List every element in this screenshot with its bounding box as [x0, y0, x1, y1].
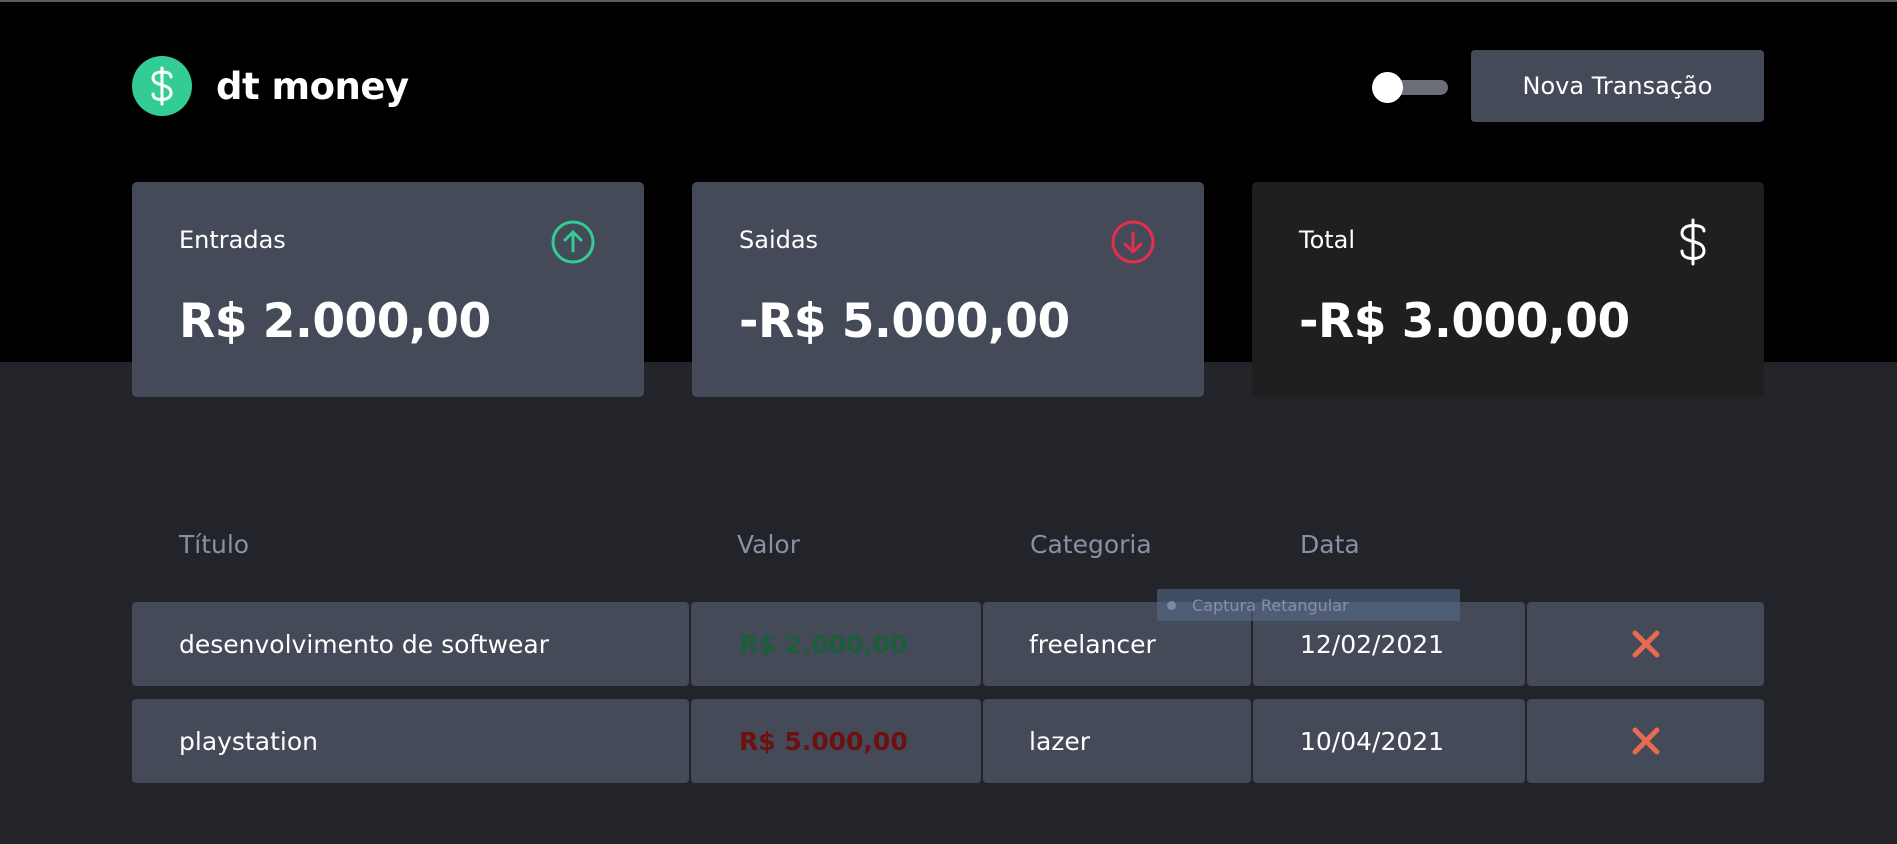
column-header-date: Data — [1300, 530, 1360, 559]
total-card: Total -R$ 3.000,00 — [1252, 182, 1764, 397]
column-header-title: Título — [179, 530, 250, 559]
close-icon — [1632, 630, 1659, 658]
column-header-value: Valor — [737, 530, 801, 559]
capture-label: Captura Retangular — [1192, 595, 1349, 615]
column-header-category: Categoria — [1030, 530, 1152, 559]
delete-button[interactable] — [1527, 602, 1764, 686]
delete-button[interactable] — [1527, 699, 1764, 783]
table-row: playstation R$ 5.000,00 lazer 10/04/2021 — [132, 699, 1764, 783]
close-icon — [1632, 727, 1659, 755]
outcome-card-title: Saidas — [739, 226, 819, 254]
logo: dt money — [132, 56, 409, 116]
row-category: lazer — [983, 699, 1251, 783]
theme-toggle[interactable] — [1372, 72, 1448, 103]
row-value: R$ 2.000,00 — [691, 602, 981, 686]
income-card: Entradas R$ 2.000,00 — [132, 182, 644, 397]
dollar-sign-icon — [1680, 218, 1706, 266]
total-card-title: Total — [1299, 226, 1356, 254]
new-transaction-button[interactable]: Nova Transação — [1471, 50, 1764, 122]
dollar-logo-icon — [132, 56, 192, 116]
arrow-circle-down-icon — [1111, 220, 1155, 264]
row-title: desenvolvimento de softwear — [132, 602, 689, 686]
capture-tooltip: Captura Retangular — [1157, 589, 1460, 621]
row-value: R$ 5.000,00 — [691, 699, 981, 783]
capture-dot-icon — [1167, 600, 1176, 610]
app-name: dt money — [216, 64, 409, 108]
income-card-title: Entradas — [179, 226, 286, 254]
table-row: desenvolvimento de softwear R$ 2.000,00 … — [132, 602, 1764, 686]
app-header: dt money Nova Transação — [132, 50, 1764, 122]
arrow-circle-up-icon — [551, 220, 595, 264]
total-card-value: -R$ 3.000,00 — [1299, 294, 1630, 349]
outcome-card: Saidas -R$ 5.000,00 — [692, 182, 1204, 397]
toggle-knob — [1372, 72, 1403, 103]
outcome-card-value: -R$ 5.000,00 — [739, 294, 1070, 349]
row-date: 10/04/2021 — [1253, 699, 1525, 783]
income-card-value: R$ 2.000,00 — [179, 294, 491, 349]
row-title: playstation — [132, 699, 689, 783]
